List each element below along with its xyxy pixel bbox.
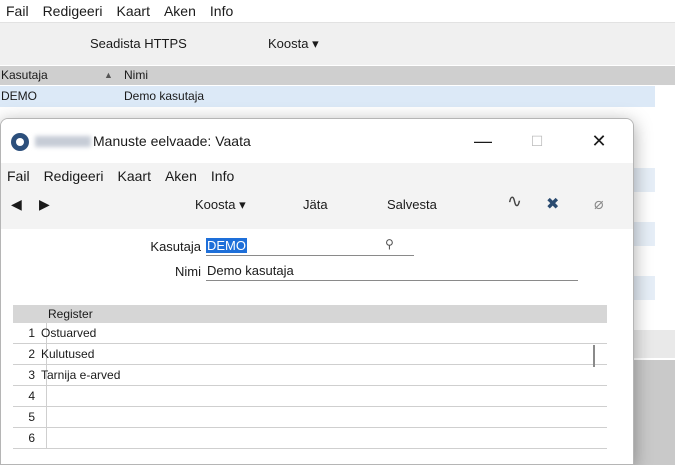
main-menubar: Fail Redigeeri Kaart Aken Info [6, 0, 247, 22]
grid-header: Register [13, 305, 607, 323]
create-menu-button[interactable]: Koosta ▾ [195, 197, 246, 213]
menu-kaart[interactable]: Kaart [117, 3, 150, 19]
menu-info[interactable]: Info [210, 3, 233, 19]
app-logo-icon [11, 133, 29, 151]
redacted-app-name [35, 136, 91, 147]
table-row[interactable]: 6 [13, 428, 607, 449]
name-field-value: Demo kasutaja [207, 263, 294, 278]
user-label: Kasutaja [150, 239, 201, 254]
row-name: Demo kasutaja [124, 89, 205, 103]
create-menu-button[interactable]: Koosta ▾ [268, 36, 319, 52]
row-number: 3 [28, 368, 35, 382]
menu-aken[interactable]: Aken [165, 168, 197, 184]
dialog-toolbar: ◀ ▶ Koosta ▾ Jäta Salvesta ∿ ✖ ⌀ [1, 187, 633, 223]
row-register: Kulutused [41, 347, 95, 361]
list-header: Kasutaja ▲ Nimi [0, 66, 675, 85]
grid-scrollbar[interactable] [593, 345, 595, 367]
menu-kaart[interactable]: Kaart [118, 168, 151, 184]
menu-aken[interactable]: Aken [164, 3, 196, 19]
expand-icon[interactable]: ✖ [546, 194, 559, 214]
activity-icon[interactable]: ∿ [507, 191, 522, 212]
list-row-stripe [632, 222, 655, 246]
save-button[interactable]: Salvesta [387, 197, 437, 212]
dialog-title: Manuste eelvaade: Vaata [93, 133, 251, 149]
search-lookup-icon[interactable]: ⚲ [385, 237, 394, 251]
user-field[interactable]: DEMO [206, 238, 414, 256]
column-header-register[interactable]: Register [48, 307, 93, 321]
table-row[interactable]: 3 Tarnija e-arved [13, 365, 607, 386]
dialog-menubar: Fail Redigeeri Kaart Aken Info [7, 165, 248, 187]
column-header-name[interactable]: Nimi [124, 68, 148, 82]
maximize-button[interactable]: ☐ [515, 127, 559, 155]
table-row[interactable]: 2 Kulutused [13, 344, 607, 365]
row-user: DEMO [1, 89, 37, 103]
list-row-stripe [632, 276, 655, 300]
next-record-icon[interactable]: ▶ [39, 196, 50, 213]
row-number: 4 [28, 389, 35, 403]
column-header-user[interactable]: Kasutaja [1, 68, 48, 82]
previous-record-icon[interactable]: ◀ [11, 196, 22, 213]
table-row[interactable]: 1 Ostuarved [13, 323, 607, 344]
attachment-icon[interactable]: ⌀ [594, 194, 604, 214]
menu-redigeeri[interactable]: Redigeeri [44, 168, 104, 184]
list-row[interactable]: DEMO Demo kasutaja [0, 86, 655, 107]
table-row[interactable]: 5 [13, 407, 607, 428]
row-register: Ostuarved [41, 326, 97, 340]
name-label: Nimi [175, 264, 201, 279]
row-number: 2 [28, 347, 35, 361]
row-number: 1 [28, 326, 35, 340]
table-row[interactable]: 4 [13, 386, 607, 407]
row-register: Tarnija e-arved [41, 368, 121, 382]
main-window-edge [632, 330, 675, 358]
minimize-button[interactable]: — [461, 127, 505, 155]
dialog-titlebar[interactable]: Manuste eelvaade: Vaata — ☐ ✕ [1, 119, 633, 163]
menu-info[interactable]: Info [211, 168, 234, 184]
sort-ascending-icon[interactable]: ▲ [104, 70, 113, 80]
row-number: 6 [28, 431, 35, 445]
leave-button[interactable]: Jäta [303, 197, 328, 212]
row-number: 5 [28, 410, 35, 424]
name-field[interactable]: Demo kasutaja [206, 263, 578, 281]
menu-fail[interactable]: Fail [7, 168, 30, 184]
close-button[interactable]: ✕ [577, 127, 621, 155]
user-field-value: DEMO [206, 238, 247, 253]
main-toolbar: Seadista HTTPS Koosta ▾ [0, 22, 675, 65]
menu-fail[interactable]: Fail [6, 3, 29, 19]
attachment-preview-dialog: Manuste eelvaade: Vaata — ☐ ✕ Fail Redig… [0, 118, 634, 465]
setup-https-button[interactable]: Seadista HTTPS [90, 36, 187, 51]
menu-redigeeri[interactable]: Redigeeri [43, 3, 103, 19]
list-row-stripe [632, 168, 655, 192]
